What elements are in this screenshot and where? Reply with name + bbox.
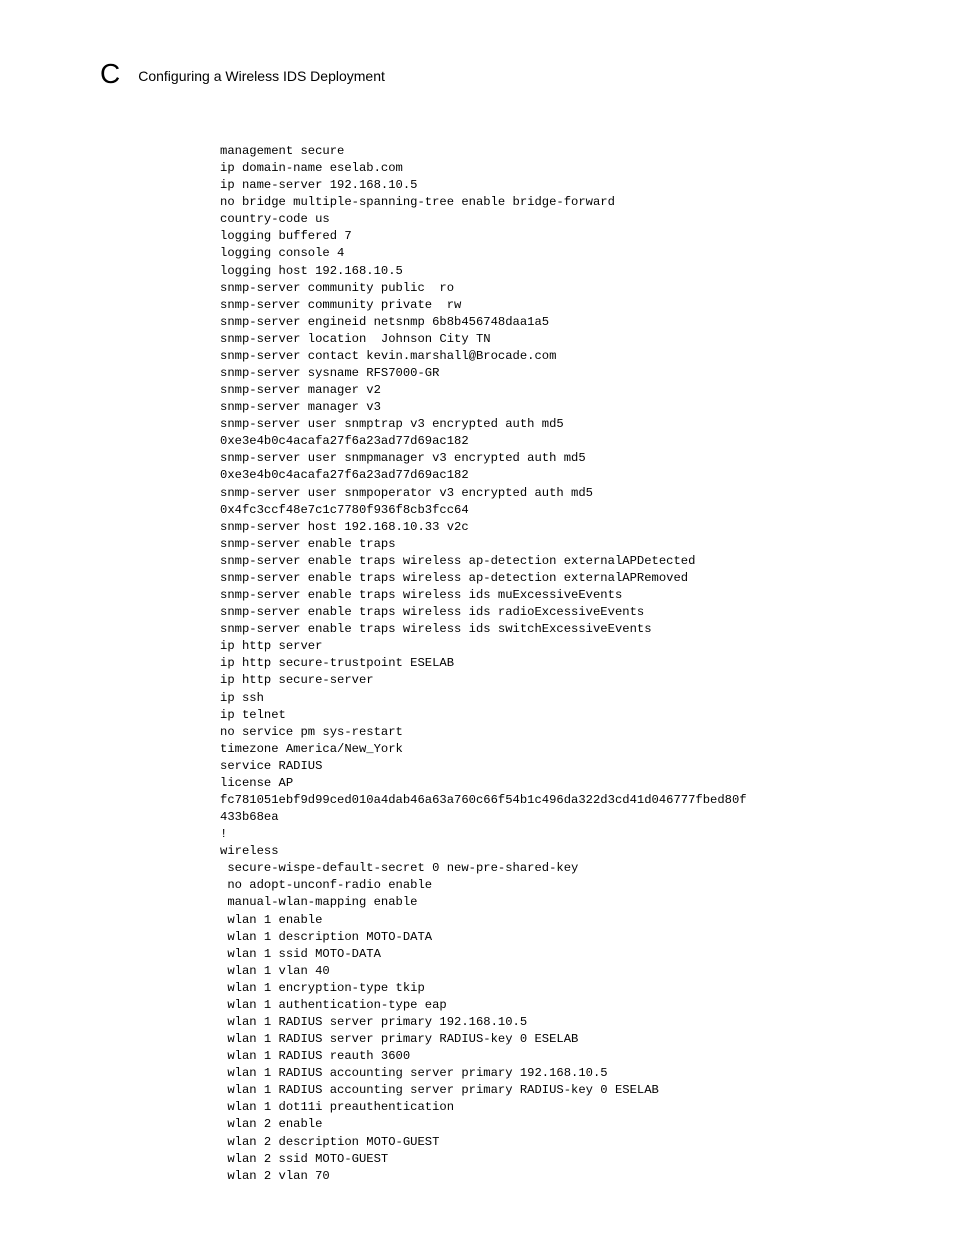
config-code-block: management secure ip domain-name eselab.… bbox=[220, 143, 854, 1185]
page-header: C Configuring a Wireless IDS Deployment bbox=[100, 60, 854, 88]
appendix-letter: C bbox=[100, 60, 120, 88]
page: C Configuring a Wireless IDS Deployment … bbox=[0, 0, 954, 1245]
page-title: Configuring a Wireless IDS Deployment bbox=[138, 68, 385, 84]
